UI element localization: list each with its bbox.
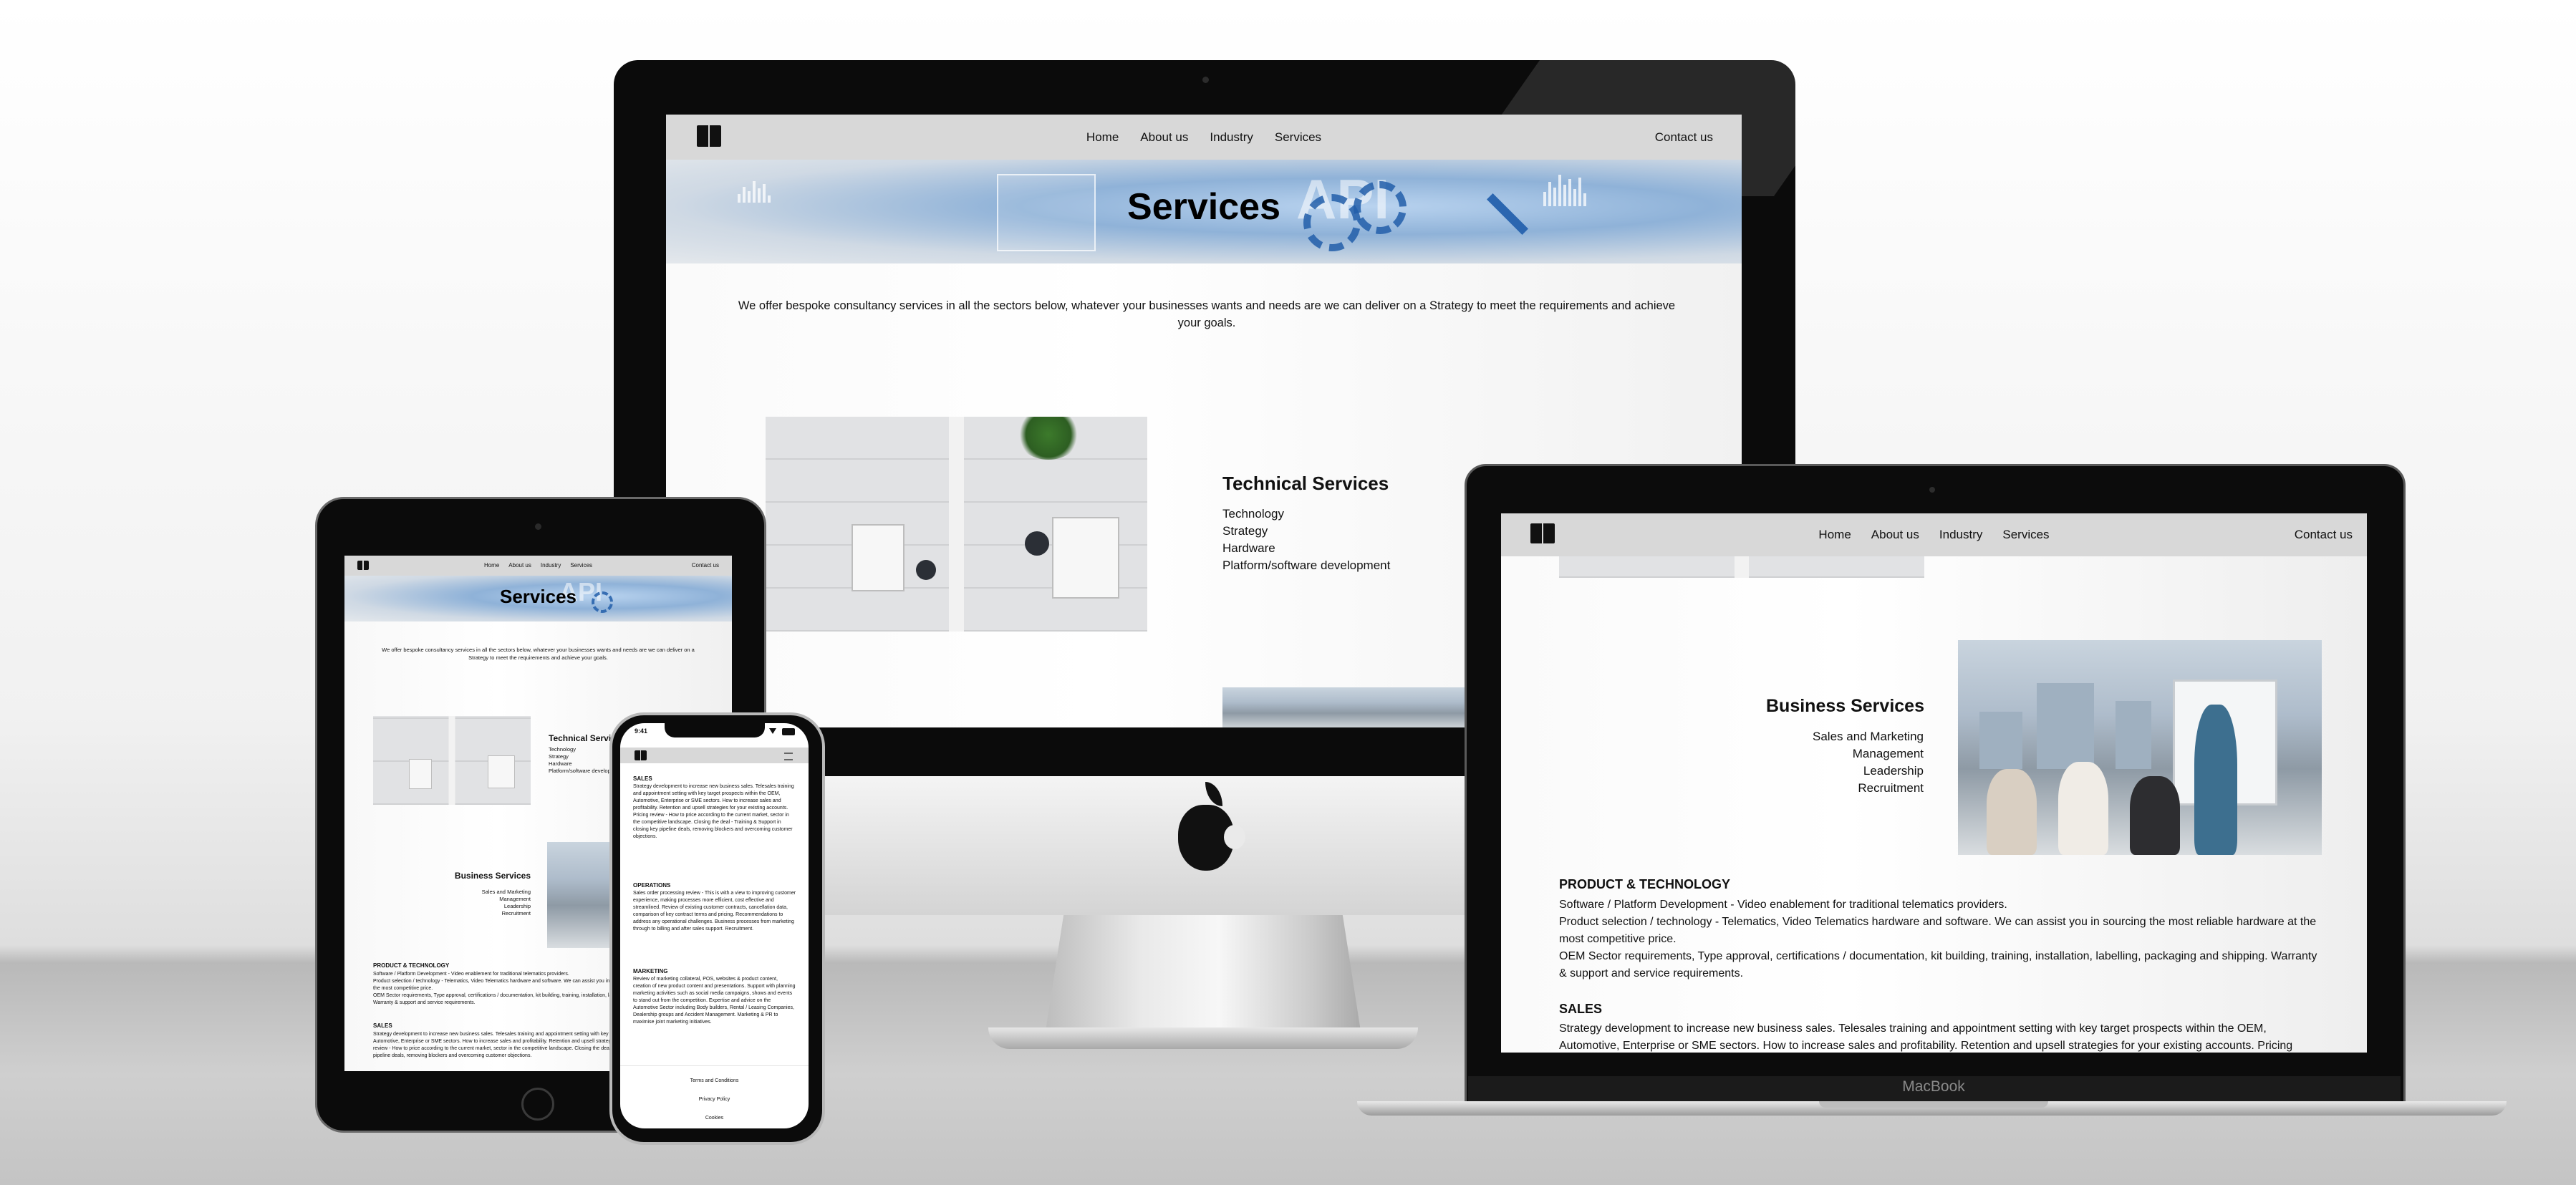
nav-contact[interactable]: Contact us xyxy=(1655,130,1713,145)
imac-stand-neck xyxy=(1046,909,1361,1031)
nav-services[interactable]: Services xyxy=(570,562,592,569)
product-tech-body: Software / Platform Development - Video … xyxy=(1559,896,2325,982)
apple-logo-leaf xyxy=(1205,782,1222,806)
desk xyxy=(852,524,905,591)
business-services-title: Business Services xyxy=(454,871,531,881)
technical-services-image xyxy=(373,716,531,805)
technical-item: Hardware xyxy=(549,760,572,767)
nav-about[interactable]: About us xyxy=(508,562,531,569)
iphone-screen: 9:41 SALES Strategy development to incre… xyxy=(620,723,809,1128)
product-tech-title: PRODUCT & TECHNOLOGY xyxy=(1559,877,1731,891)
apple-logo-bite xyxy=(1224,825,1245,849)
operations-body: Sales order processing review - This is … xyxy=(633,891,796,932)
site-nav xyxy=(620,748,809,763)
nav-services[interactable]: Services xyxy=(2002,528,2049,542)
nav-menu: Home About us Industry Services xyxy=(344,562,732,569)
sales-body: Strategy development to increase new bus… xyxy=(1559,1022,2293,1052)
hero-banner: API Services xyxy=(666,160,1742,263)
nav-about[interactable]: About us xyxy=(1140,130,1188,145)
site-nav: Home About us Industry Services Contact … xyxy=(1501,513,2367,556)
product-tech-line: Software / Platform Development - Video … xyxy=(1559,899,2007,911)
business-item: Recruitment xyxy=(501,910,531,916)
nav-industry[interactable]: Industry xyxy=(1939,528,1982,542)
attendee xyxy=(1987,769,2037,855)
nav-services[interactable]: Services xyxy=(1275,130,1321,145)
macbook-camera xyxy=(1929,487,1935,493)
sales-title: SALES xyxy=(373,1022,392,1029)
technical-services-image-partial xyxy=(1559,556,1924,578)
iphone-notch xyxy=(665,723,765,737)
plant xyxy=(1016,417,1081,460)
business-item: Management xyxy=(1852,747,1924,760)
business-item: Sales and Marketing xyxy=(481,889,531,895)
nav-menu: Home About us Industry Services xyxy=(666,130,1742,145)
footer-divider xyxy=(620,1065,809,1066)
nav-home[interactable]: Home xyxy=(484,562,499,569)
wifi-icon xyxy=(769,728,776,734)
marketing-body: Review of marketing collateral, POS, web… xyxy=(633,977,796,1025)
attendee xyxy=(2058,762,2108,855)
footer-terms-link[interactable]: Terms and Conditions xyxy=(620,1078,809,1083)
business-item: Leadership xyxy=(1863,764,1924,778)
technical-item: Technology xyxy=(1222,507,1285,521)
macbook-brand: MacBook xyxy=(1902,1078,1965,1095)
hero-title: Services xyxy=(1127,186,1280,228)
nav-about[interactable]: About us xyxy=(1871,528,1919,542)
macbook-screen: Home About us Industry Services Contact … xyxy=(1501,513,2367,1053)
ipad-camera xyxy=(535,523,541,530)
intro-text: We offer bespoke consultancy services in… xyxy=(738,299,1676,329)
nav-contact[interactable]: Contact us xyxy=(692,562,719,569)
nav-home[interactable]: Home xyxy=(1086,130,1119,145)
technical-item: Strategy xyxy=(1222,524,1268,538)
technical-item: Technology xyxy=(549,746,576,753)
hero-banner: API Services xyxy=(344,576,732,621)
nav-industry[interactable]: Industry xyxy=(541,562,561,569)
battery-icon xyxy=(782,728,795,735)
business-item: Leadership xyxy=(503,903,531,909)
operations-title: OPERATIONS xyxy=(633,882,671,889)
sales-title: SALES xyxy=(1559,1002,1603,1016)
business-item: Management xyxy=(499,896,531,902)
sales-title: SALES xyxy=(633,775,652,782)
nav-home[interactable]: Home xyxy=(1818,528,1851,542)
imac-stand-foot xyxy=(988,1027,1418,1049)
technical-services-title: Technical Services xyxy=(1222,473,1389,494)
business-services-title: Business Services xyxy=(1766,696,1924,716)
business-item: Sales and Marketing xyxy=(1813,730,1924,743)
business-services-image xyxy=(1958,640,2322,855)
hamburger-menu-icon[interactable] xyxy=(784,753,793,760)
marketing-title: MARKETING xyxy=(633,968,668,974)
nav-menu: Home About us Industry Services xyxy=(1501,528,2367,542)
nav-contact[interactable]: Contact us xyxy=(2295,528,2353,542)
technical-item: Platform/software development xyxy=(1222,558,1391,572)
footer-cookies-link[interactable]: Cookies xyxy=(620,1116,809,1121)
technical-services-image xyxy=(766,417,1147,632)
imac-camera xyxy=(1202,77,1209,83)
business-services-image-partial xyxy=(1222,687,1466,727)
nav-industry[interactable]: Industry xyxy=(1210,130,1253,145)
product-tech-line: Product selection / technology - Telemat… xyxy=(1559,916,2317,945)
footer-privacy-link[interactable]: Privacy Policy xyxy=(620,1097,809,1102)
business-item: Recruitment xyxy=(1858,781,1924,795)
macbook-notch xyxy=(1819,1101,2048,1108)
status-time: 9:41 xyxy=(635,727,648,735)
person xyxy=(916,560,936,580)
product-tech-line: OEM Sector requirements, Type approval, … xyxy=(1559,950,2317,980)
person xyxy=(1025,531,1049,556)
ipad-home-button[interactable] xyxy=(521,1088,554,1121)
intro-text: We offer bespoke consultancy services in… xyxy=(382,647,695,661)
hero-title: Services xyxy=(500,586,577,607)
attendee xyxy=(2130,776,2180,855)
technical-item: Hardware xyxy=(1222,541,1275,555)
site-nav: Home About us Industry Services Contact … xyxy=(344,556,732,576)
product-tech-title: PRODUCT & TECHNOLOGY xyxy=(373,962,450,969)
site-logo[interactable] xyxy=(635,750,647,760)
technical-item: Strategy xyxy=(549,753,569,760)
sales-body: Strategy development to increase new bus… xyxy=(633,784,794,839)
presenter xyxy=(2194,705,2237,855)
desk xyxy=(1052,517,1119,599)
site-nav: Home About us Industry Services Contact … xyxy=(666,115,1742,160)
